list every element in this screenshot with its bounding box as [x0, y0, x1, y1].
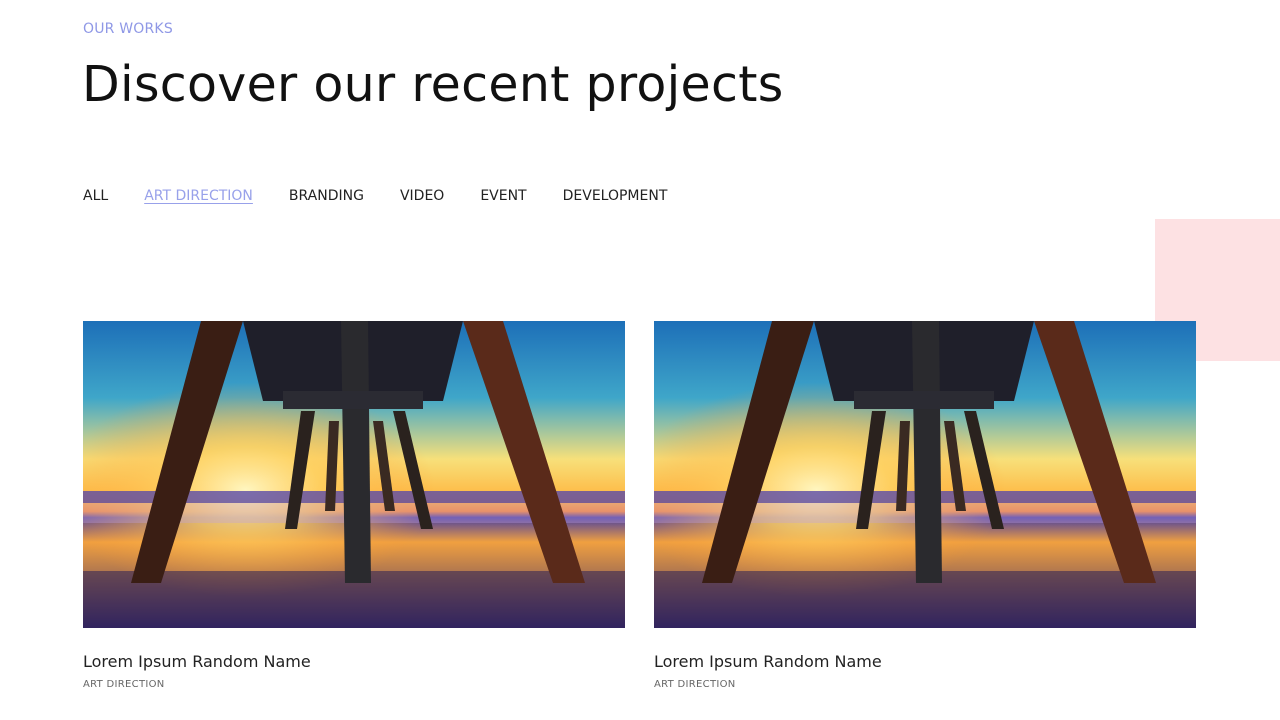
project-grid: Lorem Ipsum Random Name ART DIRECTION Lo…	[83, 321, 1196, 690]
project-category: ART DIRECTION	[83, 679, 165, 690]
project-title[interactable]: Lorem Ipsum Random Name	[83, 652, 625, 672]
filter-art-direction[interactable]: ART DIRECTION	[144, 186, 253, 206]
project-title[interactable]: Lorem Ipsum Random Name	[654, 652, 1196, 672]
section-title: Discover our recent projects	[82, 56, 784, 113]
pier-sunset-image	[654, 321, 1196, 628]
project-thumbnail[interactable]	[654, 321, 1196, 628]
project-thumbnail[interactable]	[83, 321, 625, 628]
filter-all[interactable]: ALL	[83, 186, 108, 206]
project-filter-nav: ALL ART DIRECTION BRANDING VIDEO EVENT D…	[83, 186, 703, 206]
works-section: OUR WORKS Discover our recent projects A…	[0, 0, 1280, 720]
filter-development[interactable]: DEVELOPMENT	[563, 186, 668, 206]
project-card[interactable]: Lorem Ipsum Random Name ART DIRECTION	[83, 321, 625, 690]
section-eyebrow: OUR WORKS	[83, 21, 173, 37]
filter-branding[interactable]: BRANDING	[289, 186, 364, 206]
project-category: ART DIRECTION	[654, 679, 736, 690]
pier-sunset-image	[83, 321, 625, 628]
filter-event[interactable]: EVENT	[480, 186, 526, 206]
project-card[interactable]: Lorem Ipsum Random Name ART DIRECTION	[654, 321, 1196, 690]
filter-video[interactable]: VIDEO	[400, 186, 444, 206]
